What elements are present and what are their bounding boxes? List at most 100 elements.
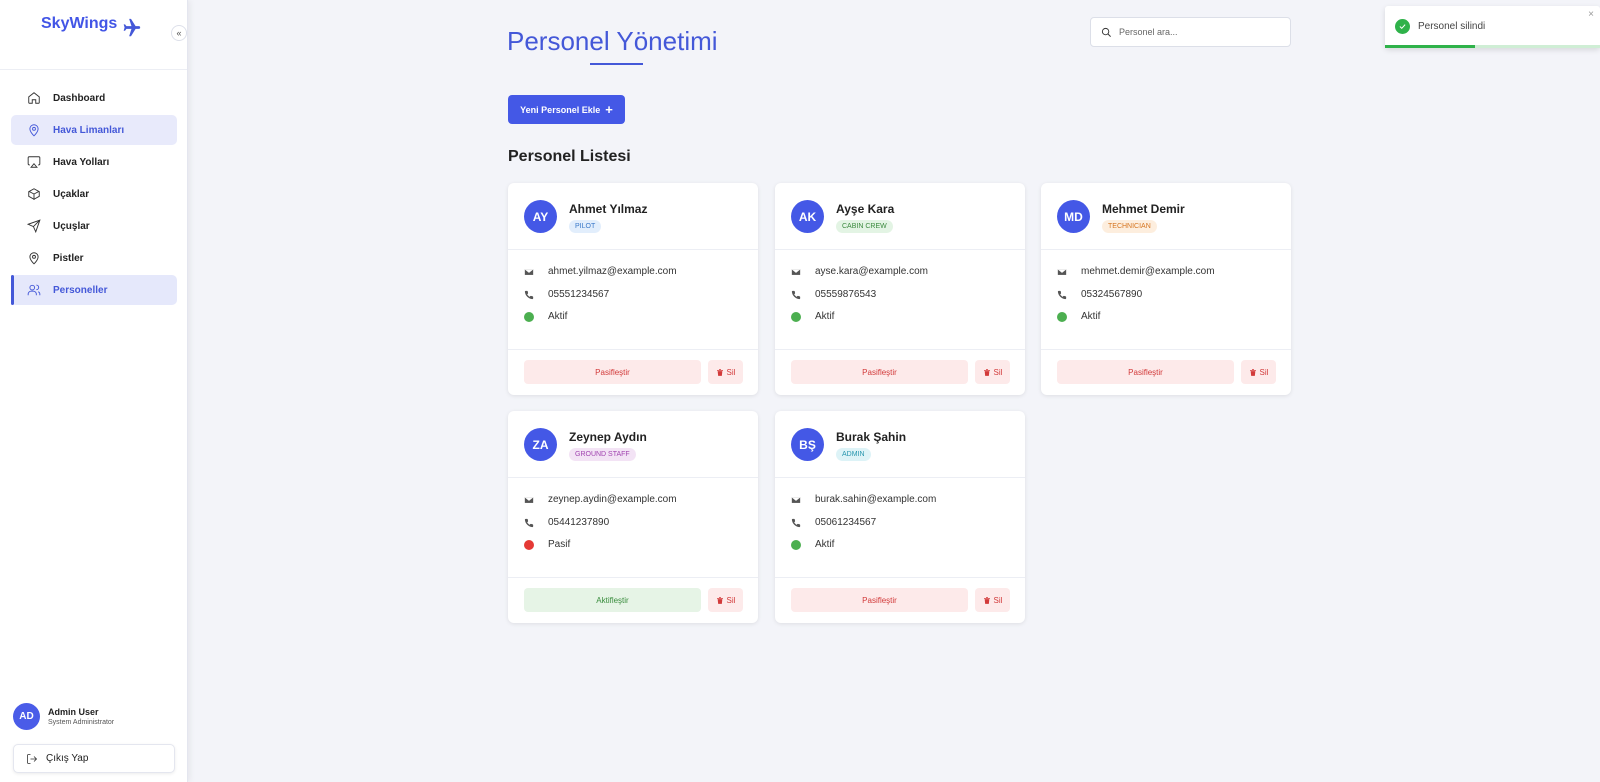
user-profile: AD Admin User System Administrator: [13, 703, 114, 730]
personnel-card: AY Ahmet Yılmaz PILOT ahmet.yilmaz@examp…: [508, 183, 758, 395]
sidebar-item-label: Dashboard: [53, 92, 106, 104]
trash-icon: [1249, 368, 1256, 376]
email-row: ayse.kara@example.com: [791, 266, 928, 277]
logout-button[interactable]: Çıkış Yap: [13, 744, 175, 773]
sidebar-item-ucuslar[interactable]: Uçuşlar: [11, 211, 177, 241]
sidebar-item-label: Uçuşlar: [53, 220, 90, 232]
delete-label: Sil: [726, 595, 736, 605]
email-text: ayse.kara@example.com: [815, 266, 928, 277]
delete-button[interactable]: Sil: [975, 360, 1010, 384]
status-dot-icon: [791, 539, 801, 550]
sidebar-item-label: Hava Yolları: [53, 156, 110, 168]
logout-icon: [27, 753, 38, 764]
trash-icon: [983, 368, 990, 376]
trash-icon: [716, 368, 723, 376]
deactivate-button[interactable]: Pasifleştir: [791, 588, 968, 612]
phone-row: 05559876543: [791, 289, 876, 300]
avatar: AK: [791, 200, 824, 233]
page-title: Personel Yönetimi: [507, 26, 718, 56]
sidebar-item-ucaklar[interactable]: Uçaklar: [11, 179, 177, 209]
sidebar-item-label: Personeller: [53, 284, 108, 296]
delete-label: Sil: [993, 595, 1003, 605]
search-box: [1090, 17, 1291, 47]
delete-button[interactable]: Sil: [975, 588, 1010, 612]
delete-button[interactable]: Sil: [1241, 360, 1276, 384]
logout-label: Çıkış Yap: [46, 753, 89, 764]
envelope-icon: [524, 268, 534, 275]
brand-logo[interactable]: SkyWings: [41, 15, 117, 33]
status-row: Pasif: [524, 539, 570, 550]
role-badge: PILOT: [569, 220, 602, 233]
phone-icon: [524, 290, 534, 299]
add-personnel-label: Yeni Personel Ekle: [520, 104, 601, 115]
personnel-name: Burak Şahin: [836, 430, 907, 444]
search-input[interactable]: [1119, 27, 1279, 37]
delete-button[interactable]: Sil: [708, 360, 743, 384]
sidebar-item-personeller[interactable]: Personeller: [11, 275, 177, 305]
phone-icon: [791, 290, 801, 299]
sidebar-nav: Dashboard Hava Limanları Hava Yolları Uç…: [11, 83, 177, 307]
map-pin-icon: [29, 124, 39, 137]
delete-button[interactable]: Sil: [708, 588, 743, 612]
delete-label: Sil: [993, 367, 1003, 377]
toast-progress-bar: [1385, 45, 1476, 48]
role-badge: TECHNICIAN: [1102, 220, 1157, 233]
email-row: mehmet.demir@example.com: [1057, 266, 1215, 277]
deactivate-button[interactable]: Pasifleştir: [791, 360, 968, 384]
personnel-card: MD Mehmet Demir TECHNICIAN mehmet.demir@…: [1041, 183, 1291, 395]
add-personnel-button[interactable]: Yeni Personel Ekle +: [508, 95, 625, 124]
phone-text: 05061234567: [815, 517, 877, 528]
airplay-icon: [27, 156, 41, 168]
status-text: Aktif: [548, 311, 568, 322]
personnel-name: Zeynep Aydın: [569, 430, 647, 444]
phone-row: 05441237890: [524, 517, 609, 528]
personnel-name: Ayşe Kara: [836, 202, 895, 216]
sidebar: SkyWings « Dashboard Hava Limanları Hava…: [0, 0, 188, 782]
user-name: Admin User: [48, 707, 99, 717]
user-role: System Administrator: [48, 719, 115, 726]
toast-message: Personel silindi: [1418, 21, 1486, 32]
search-icon: [1101, 27, 1111, 37]
avatar: BŞ: [791, 428, 824, 461]
activate-button[interactable]: Aktifleştir: [524, 588, 701, 612]
email-text: ahmet.yilmaz@example.com: [548, 266, 677, 277]
status-dot-icon: [524, 311, 534, 322]
deactivate-button[interactable]: Pasifleştir: [524, 360, 701, 384]
phone-row: 05061234567: [791, 517, 876, 528]
status-row: Aktif: [1057, 311, 1100, 322]
avatar: AD: [13, 703, 40, 730]
sidebar-item-dashboard[interactable]: Dashboard: [11, 83, 177, 113]
phone-text: 05441237890: [548, 517, 610, 528]
email-row: ahmet.yilmaz@example.com: [524, 266, 677, 277]
section-title: Personel Listesi: [508, 148, 631, 165]
airplane-icon: [123, 18, 141, 37]
avatar: ZA: [524, 428, 557, 461]
delete-label: Sil: [726, 367, 736, 377]
logo-area: SkyWings «: [0, 0, 187, 70]
role-badge: GROUND STAFF: [569, 448, 636, 461]
phone-text: 05324567890: [1081, 289, 1143, 300]
sidebar-item-hava-yollari[interactable]: Hava Yolları: [11, 147, 177, 177]
sidebar-item-hava-limanlari[interactable]: Hava Limanları: [11, 115, 177, 145]
phone-text: 05559876543: [815, 289, 877, 300]
status-row: Aktif: [791, 539, 834, 550]
status-text: Aktif: [815, 539, 835, 550]
envelope-icon: [524, 496, 534, 503]
personnel-card: AK Ayşe Kara CABIN CREW ayse.kara@exampl…: [775, 183, 1025, 395]
close-icon[interactable]: ×: [1588, 9, 1594, 20]
phone-icon: [524, 518, 534, 527]
deactivate-button[interactable]: Pasifleştir: [1057, 360, 1234, 384]
status-text: Pasif: [548, 539, 571, 550]
sidebar-item-label: Pistler: [53, 252, 84, 264]
status-text: Aktif: [815, 311, 835, 322]
send-icon: [27, 219, 41, 233]
phone-row: 05551234567: [524, 289, 609, 300]
sidebar-item-pistler[interactable]: Pistler: [11, 243, 177, 273]
avatar: MD: [1057, 200, 1090, 233]
title-underline: [590, 63, 643, 65]
box-icon: [28, 188, 40, 200]
collapse-sidebar-button[interactable]: «: [171, 25, 187, 41]
phone-icon: [1057, 290, 1067, 299]
toast-notification: Personel silindi ×: [1385, 6, 1600, 48]
email-text: burak.sahin@example.com: [815, 494, 937, 505]
